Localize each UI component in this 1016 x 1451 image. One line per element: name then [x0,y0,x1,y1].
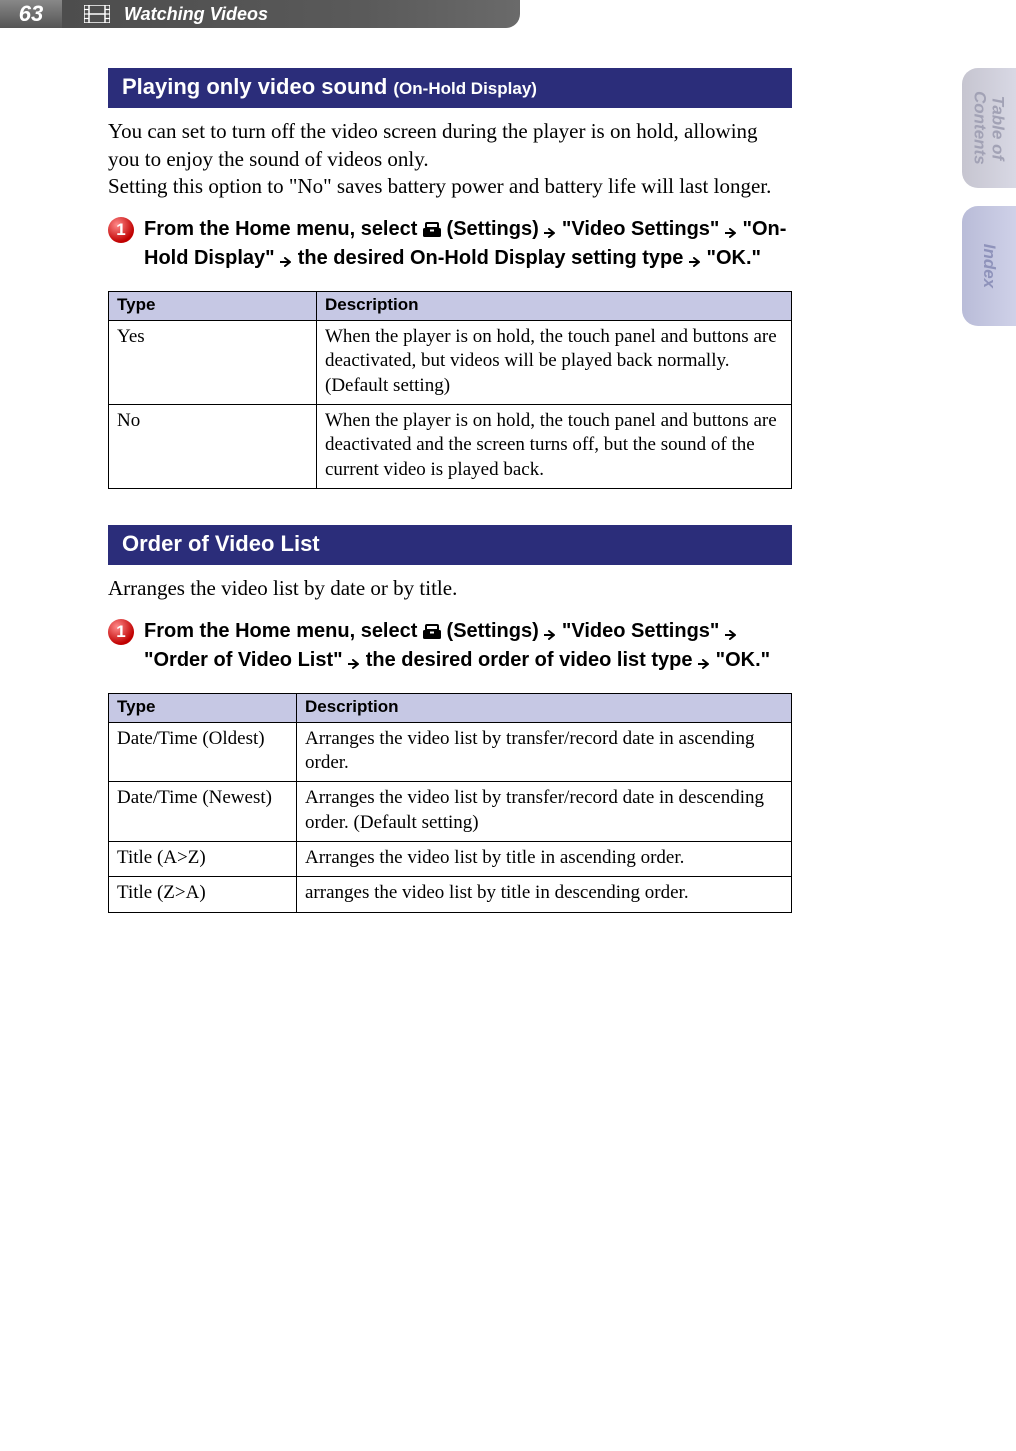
step-frag: From the Home menu, select [144,620,423,642]
tab-table-of-contents[interactable]: Table of Contents [962,68,1016,188]
table-row: No When the player is on hold, the touch… [109,405,792,489]
settings-icon [423,620,441,642]
cell-desc: Arranges the video list by transfer/reco… [297,722,792,782]
arrow-right-icon [280,247,292,269]
step-frag: "OK." [716,649,771,671]
cell-type: Title (A>Z) [109,842,297,877]
step-number: 1 [116,220,125,240]
chapter-title: Watching Videos [124,4,268,25]
page-body: Playing only video sound (On-Hold Displa… [0,28,900,913]
arrow-right-icon [544,218,556,240]
step-frag: (Settings) [447,218,545,240]
section1-step: 1 From the Home menu, select (Settings) … [108,215,792,273]
tab-index[interactable]: Index [962,206,1016,326]
page-number-text: 63 [19,1,43,27]
section2-intro: Arranges the video list by date or by ti… [108,575,792,603]
cell-desc: Arranges the video list by transfer/reco… [297,782,792,842]
section-heading-sub: (On-Hold Display) [393,79,537,98]
settings-icon [423,218,441,240]
step-number: 1 [116,622,125,642]
step-number-badge: 1 [108,619,134,645]
col-type-header: Type [109,693,297,722]
table-header-row: Type Description [109,292,792,321]
step-frag: "Video Settings" [562,218,725,240]
cell-desc: When the player is on hold, the touch pa… [317,321,792,405]
step-text: From the Home menu, select (Settings) "V… [144,215,792,273]
table-row: Date/Time (Newest) Arranges the video li… [109,782,792,842]
cell-desc: When the player is on hold, the touch pa… [317,405,792,489]
arrow-right-icon [698,649,710,671]
arrow-right-icon [544,620,556,642]
section-heading-onhold: Playing only video sound (On-Hold Displa… [108,68,792,108]
col-desc-header: Description [317,292,792,321]
step-frag: "OK." [706,247,761,269]
step-frag: (Settings) [447,620,545,642]
page-number: 63 [0,0,62,28]
table-row: Title (A>Z) Arranges the video list by t… [109,842,792,877]
section-heading-main: Playing only video sound [122,74,387,99]
page-header: 63 Watching Videos [0,0,520,28]
table-onhold-options: Type Description Yes When the player is … [108,291,792,489]
table-header-row: Type Description [109,693,792,722]
arrow-right-icon [725,620,737,642]
table-row: Yes When the player is on hold, the touc… [109,321,792,405]
index-label: Index [980,244,999,288]
cell-type: Title (Z>A) [109,877,297,912]
cell-type: Date/Time (Newest) [109,782,297,842]
section-heading-main: Order of Video List [122,531,320,556]
arrow-right-icon [348,649,360,671]
cell-desc: Arranges the video list by title in asce… [297,842,792,877]
arrow-right-icon [689,247,701,269]
section1-intro: You can set to turn off the video screen… [108,118,792,201]
table-order-options: Type Description Date/Time (Oldest) Arra… [108,693,792,913]
step-number-badge: 1 [108,217,134,243]
toc-label-line1: Table of [989,96,1008,161]
cell-type: No [109,405,317,489]
col-type-header: Type [109,292,317,321]
step-frag: From the Home menu, select [144,218,423,240]
toc-label-line2: Contents [971,91,990,165]
step-frag: "Video Settings" [562,620,725,642]
cell-desc: arranges the video list by title in desc… [297,877,792,912]
film-strip-icon [84,5,110,23]
table-row: Title (Z>A) arranges the video list by t… [109,877,792,912]
section-heading-orderlist: Order of Video List [108,525,792,565]
arrow-right-icon [725,218,737,240]
step-frag: the desired order of video list type [366,649,698,671]
cell-type: Date/Time (Oldest) [109,722,297,782]
col-desc-header: Description [297,693,792,722]
section2-step: 1 From the Home menu, select (Settings) … [108,617,792,675]
step-frag: "Order of Video List" [144,649,348,671]
step-text: From the Home menu, select (Settings) "V… [144,617,792,675]
table-row: Date/Time (Oldest) Arranges the video li… [109,722,792,782]
cell-type: Yes [109,321,317,405]
step-frag: the desired On-Hold Display setting type [298,247,689,269]
